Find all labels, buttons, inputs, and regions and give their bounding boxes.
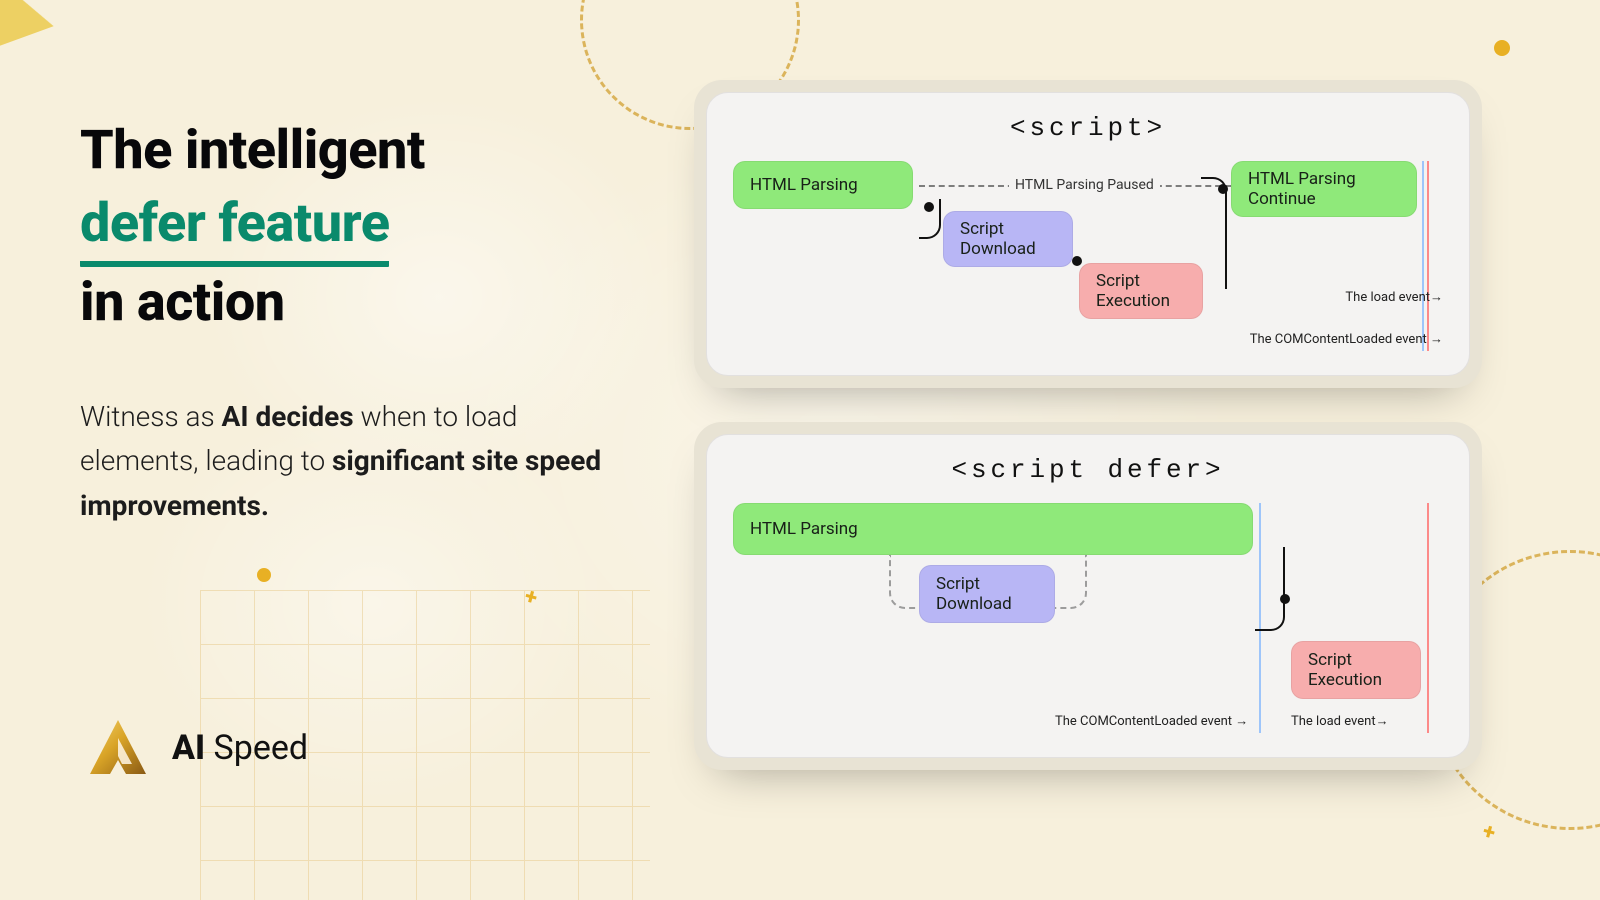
subtitle-bold-1: AI decides [222, 400, 354, 433]
connector-dot [1072, 256, 1082, 266]
connector-dot [1280, 594, 1290, 604]
guide-line-red [1427, 503, 1429, 733]
title-accent: defer feature [80, 188, 389, 267]
guide-line-red [1427, 161, 1429, 351]
connector-curve [919, 199, 941, 239]
brand-logo-icon [86, 716, 150, 780]
plus-icon: + [1480, 819, 1498, 846]
guide-line-blue [1422, 161, 1424, 351]
label-load-event: The load event→ [1345, 289, 1443, 305]
block-html-parsing: HTML Parsing [733, 161, 913, 209]
brand-name-rest: Speed [205, 728, 308, 768]
triangle-icon [0, 0, 54, 54]
panel-defer-title: <script defer> [733, 455, 1443, 485]
label-parsing-paused: HTML Parsing Paused [1009, 177, 1160, 193]
dot-icon [257, 568, 271, 582]
page-title: The intelligent defer feature in action [80, 115, 640, 340]
block-script-download: Script Download [919, 565, 1055, 623]
block-html-parsing: HTML Parsing [733, 503, 1253, 555]
title-line-1: The intelligent [80, 119, 425, 182]
connector-dot [1218, 184, 1228, 194]
brand: AI Speed [86, 716, 308, 780]
title-line-3: in action [80, 271, 285, 334]
subtitle-pre: Witness as [80, 400, 222, 433]
label-load-event: The load event→ [1291, 713, 1389, 729]
block-script-execution: Script Execution [1079, 263, 1203, 319]
panel-script-title: <script> [733, 113, 1443, 143]
connector-curve [1255, 547, 1285, 631]
brand-name: AI Speed [172, 728, 308, 768]
label-domcontentloaded-event: The COMContentLoaded event → [1055, 713, 1248, 729]
page-subtitle: Witness as AI decides when to load eleme… [80, 395, 640, 529]
panel-defer-track: HTML Parsing Script Download Script Exec… [733, 503, 1443, 733]
block-script-download: Script Download [943, 211, 1073, 267]
panel-script: <script> HTML Parsing HTML Parsing Pause… [694, 80, 1482, 388]
block-html-parsing-continue: HTML Parsing Continue [1231, 161, 1417, 217]
plus-icon: + [522, 584, 540, 611]
dot-icon [1494, 40, 1510, 56]
brand-name-bold: AI [172, 728, 205, 768]
label-domcontentloaded-event: The COMContentLoaded event → [1250, 331, 1443, 347]
panel-script-track: HTML Parsing HTML Parsing Paused Script … [733, 161, 1443, 351]
block-script-execution: Script Execution [1291, 641, 1421, 699]
panel-script-defer: <script defer> HTML Parsing Script Downl… [694, 422, 1482, 770]
